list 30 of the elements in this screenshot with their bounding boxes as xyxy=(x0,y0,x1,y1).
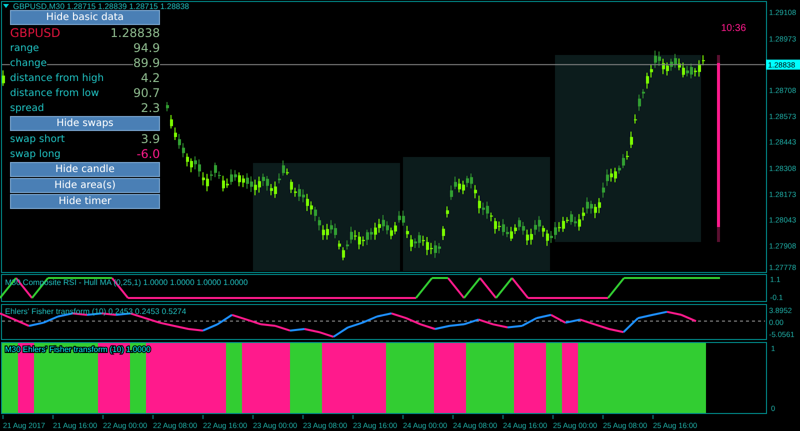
timer-text: 10:36 xyxy=(721,23,746,34)
chart-title: GBPUSD,M30 1.28715 1.28839 1.28715 1.28838 xyxy=(13,2,190,11)
stat-label: distance from high xyxy=(10,72,104,84)
stat-label: spread xyxy=(10,102,44,114)
stat-value: 94.9 xyxy=(133,41,160,55)
candlestick xyxy=(166,101,169,112)
candlestick xyxy=(446,206,449,218)
candlestick xyxy=(2,70,5,86)
stat-label: range xyxy=(10,42,40,54)
symbol-price: 1.28838 xyxy=(110,26,160,40)
toggle-button[interactable]: Hide timer xyxy=(10,194,160,209)
toggle-button[interactable]: Hide candle xyxy=(10,162,160,177)
candlestick xyxy=(630,131,633,149)
stat-value: 3.9 xyxy=(140,132,160,146)
stat-label: change xyxy=(10,58,47,68)
symbol-name: GBPUSD xyxy=(10,26,60,40)
toggle-button[interactable]: Hide area(s) xyxy=(10,178,160,193)
stat-value: 2.3 xyxy=(140,101,160,115)
candlestick xyxy=(442,226,445,241)
stat-value: -6.0 xyxy=(136,147,160,161)
collapse-icon[interactable] xyxy=(3,4,9,8)
stat-value: 90.7 xyxy=(133,86,160,100)
toggle-button[interactable]: Hide basic data xyxy=(10,10,160,25)
candlestick xyxy=(634,114,637,124)
stat-value: 4.2 xyxy=(140,71,160,85)
stat-label: swap short xyxy=(10,134,65,144)
stat-label: distance from low xyxy=(10,88,100,98)
toggle-button[interactable]: Hide swaps xyxy=(10,116,160,131)
stat-value: 89.9 xyxy=(133,56,160,70)
stat-label: swap long xyxy=(10,148,61,160)
